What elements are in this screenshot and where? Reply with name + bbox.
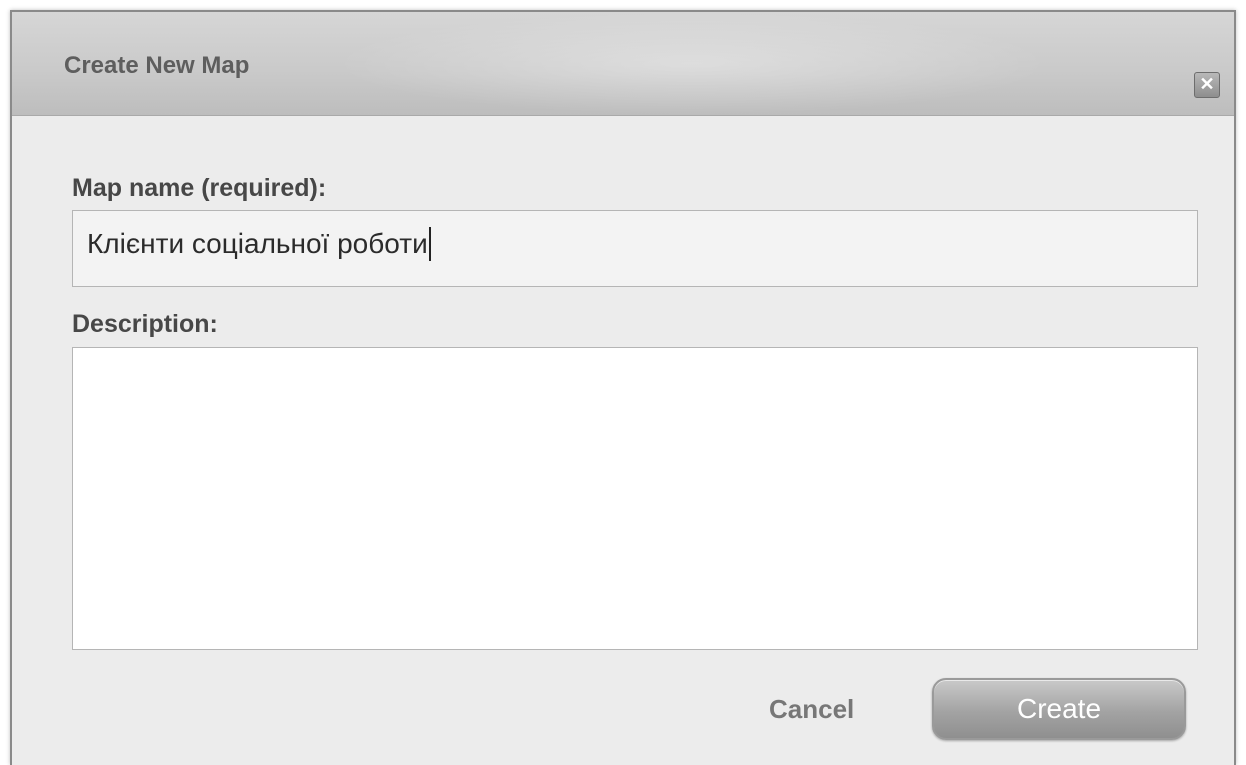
map-name-input[interactable]: Клієнти соціальної роботи (72, 210, 1198, 287)
create-button[interactable]: Create (932, 678, 1186, 740)
dialog-title: Create New Map (64, 52, 250, 79)
cancel-button[interactable]: Cancel (769, 694, 854, 725)
description-textarea[interactable] (72, 347, 1198, 650)
map-name-value: Клієнти соціальної роботи (87, 228, 428, 259)
map-name-label: Map name (required): (72, 174, 327, 202)
dialog-titlebar: Create New Map ✕ (12, 12, 1234, 116)
text-caret (428, 226, 431, 261)
close-icon[interactable]: ✕ (1194, 72, 1220, 98)
description-label: Description: (72, 310, 218, 338)
create-map-dialog: Create New Map ✕ Map name (required): Кл… (10, 10, 1236, 765)
